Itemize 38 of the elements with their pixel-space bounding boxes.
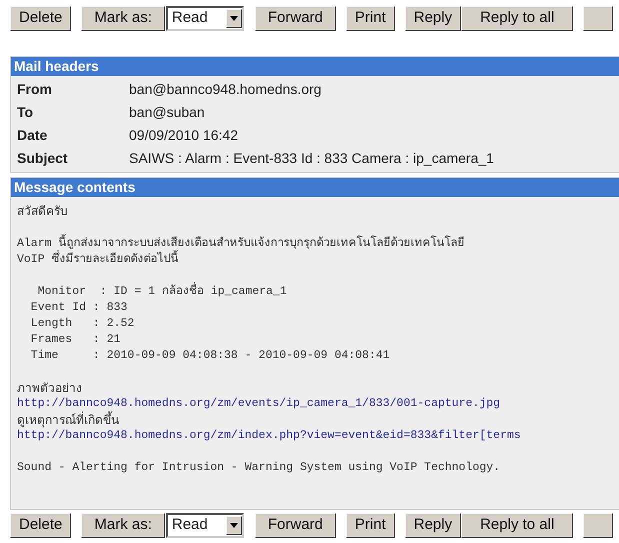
mark-as-dropdown[interactable]: Read <box>166 6 244 31</box>
message-text: Time : 2010-09-09 04:08:38 - 2010-09-09 04:08:41 <box>30 348 390 364</box>
mark-as-button[interactable]: Mark as: <box>81 6 165 31</box>
reply-button[interactable]: Reply <box>404 513 462 538</box>
message-text: Sound - Alerting for Intrusion - Warning System using VoIP Technology. <box>17 460 500 476</box>
section-header: Message contents <box>11 178 619 197</box>
forward-button[interactable]: Forward <box>254 6 336 31</box>
header-label: Date <box>16 126 48 145</box>
link-caption: ดูเหตุการณ์ที่เกิดขึ้น <box>17 412 119 428</box>
section-header: Mail headers <box>11 57 619 76</box>
message-text: Monitor : ID = 1 กล้องชื่อ ip_camera_1 <box>17 284 287 300</box>
delete-button[interactable]: Delete <box>10 513 72 538</box>
header-value: SAIWS : Alarm : Event-833 Id : 833 Camera : ip_camera_1 <box>129 149 494 168</box>
message-text: VoIP ซึ่งมีรายละเอียดดังต่อไปนี้ <box>17 252 179 268</box>
forward-button[interactable]: Forward <box>254 513 336 538</box>
link[interactable]: http://bannco948.homedns.org/zm/index.php?view=event&eid=833&filter[terms <box>17 428 521 444</box>
message-text: Event Id : 833 <box>30 300 128 316</box>
header-value: ban@suban <box>129 103 205 122</box>
reply-button[interactable]: Reply <box>404 6 462 31</box>
reply-to-all-button[interactable]: Reply to all <box>461 513 574 538</box>
print-button[interactable]: Print <box>346 513 395 538</box>
header-label: To <box>16 103 34 122</box>
message-text: Length : 2.52 <box>30 316 134 332</box>
message-text: สวัสดีครับ <box>17 203 68 220</box>
link[interactable]: http://bannco948.homedns.org/zm/events/ip_camera_1/833/001-capture.jpg <box>17 396 500 412</box>
message-text: Frames : 21 <box>30 332 121 348</box>
header-value: 09/09/2010 16:42 <box>129 126 238 145</box>
toolbar-button[interactable] <box>583 6 614 31</box>
header-label: From <box>16 80 53 99</box>
header-label: Subject <box>16 149 69 168</box>
link-caption: ภาพตัวอย่าง <box>17 380 82 396</box>
header-value: ban@bannco948.homedns.org <box>129 80 322 99</box>
reply-to-all-button[interactable]: Reply to all <box>461 6 574 31</box>
mark-as-button[interactable]: Mark as: <box>81 513 165 538</box>
print-button[interactable]: Print <box>346 6 395 31</box>
toolbar-button[interactable] <box>583 513 614 538</box>
mark-as-dropdown[interactable]: Read <box>166 513 244 538</box>
delete-button[interactable]: Delete <box>10 6 72 31</box>
